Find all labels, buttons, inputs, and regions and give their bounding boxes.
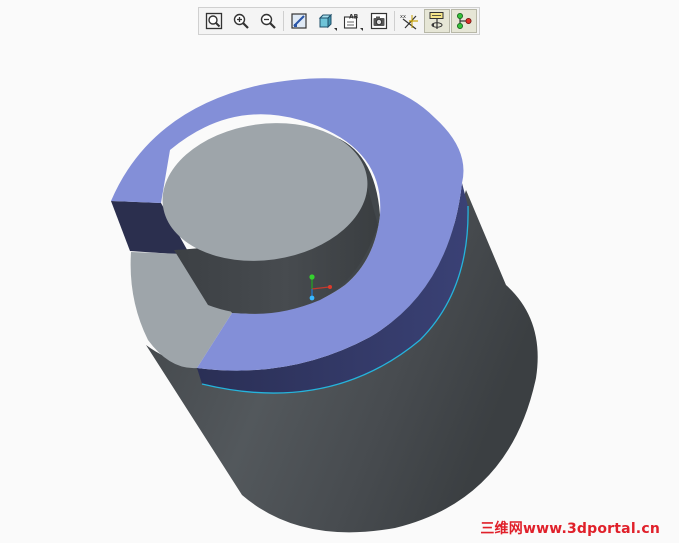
zoom-out-button[interactable] <box>255 9 281 33</box>
repaint-icon <box>291 13 307 29</box>
view-toolbar: AB xx <box>198 7 480 35</box>
annotation-display-icon <box>457 13 472 29</box>
toolbar-separator <box>394 11 396 31</box>
flyout-indicator-icon <box>360 28 364 31</box>
zoom-fit-icon <box>205 12 223 30</box>
zoom-in-button[interactable] <box>228 9 254 33</box>
svg-text:AB: AB <box>349 14 359 21</box>
flyout-indicator-icon <box>333 28 337 31</box>
annotation-display-button[interactable] <box>451 9 478 33</box>
datum-display-button[interactable]: xx <box>397 9 423 33</box>
watermark: 三维网www.3dportal.cn <box>480 521 660 537</box>
repaint-button[interactable] <box>286 9 312 33</box>
display-style-button[interactable] <box>313 9 339 33</box>
saved-views-icon: AB <box>344 14 359 29</box>
display-style-icon <box>318 13 332 29</box>
refit-button[interactable] <box>201 9 227 33</box>
snapshot-button[interactable] <box>366 9 392 33</box>
saved-views-button[interactable]: AB <box>340 9 366 33</box>
datum-display-icon: xx <box>400 14 419 30</box>
zoom-out-icon <box>260 13 276 29</box>
spin-center-icon <box>429 12 444 29</box>
snapshot-icon <box>371 12 388 30</box>
toolbar-separator <box>282 11 284 31</box>
zoom-in-icon <box>233 13 249 29</box>
model-viewport[interactable] <box>0 40 679 543</box>
spin-center-button[interactable] <box>424 9 451 33</box>
